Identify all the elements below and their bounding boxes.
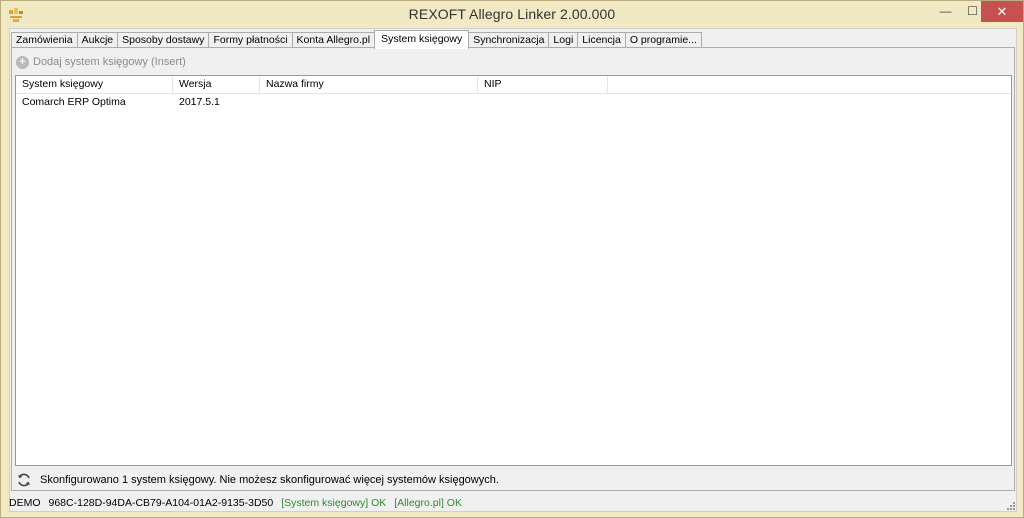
status-bar: DEMO 968C-128D-94DA-CB79-A104-01A2-9135-… — [9, 493, 1017, 512]
column-header-nip[interactable]: NIP — [478, 76, 608, 94]
tab-strip: Zamówienia Aukcje Sposoby dostawy Formy … — [11, 30, 702, 49]
add-accounting-system-button[interactable]: + Dodaj system księgowy (Insert) — [16, 54, 186, 70]
cell-company — [260, 94, 478, 111]
minimize-button[interactable]: — — [932, 1, 959, 22]
info-text: Skonfigurowano 1 system księgowy. Nie mo… — [40, 474, 499, 486]
accounting-systems-grid[interactable]: System księgowy Wersja Nazwa firmy NIP C… — [15, 75, 1012, 466]
grid-header: System księgowy Wersja Nazwa firmy NIP — [16, 76, 1011, 94]
cell-version: 2017.5.1 — [179, 96, 220, 108]
column-header-filler — [608, 76, 1011, 94]
resize-grip-icon[interactable] — [1006, 501, 1016, 511]
column-header-company[interactable]: Nazwa firmy — [260, 76, 478, 94]
app-window: REXOFT Allegro Linker 2.00.000 — ☐ ✕ Zam… — [0, 0, 1024, 518]
client-area: Zamówienia Aukcje Sposoby dostawy Formy … — [9, 28, 1017, 512]
column-header-version[interactable]: Wersja — [173, 76, 260, 94]
add-button-label: Dodaj system księgowy (Insert) — [33, 56, 186, 68]
status-allegro-ok: [Allegro.pl] OK — [394, 496, 462, 509]
close-button[interactable]: ✕ — [981, 1, 1023, 22]
plus-circle-icon: + — [16, 55, 29, 69]
tab-system-ksiegowy[interactable]: System księgowy — [374, 30, 470, 49]
cell-filler — [608, 94, 1011, 111]
status-accounting-ok: [System księgowy] OK — [281, 496, 387, 509]
refresh-icon[interactable] — [16, 472, 32, 488]
window-title: REXOFT Allegro Linker 2.00.000 — [408, 6, 616, 22]
info-message: Skonfigurowano 1 system księgowy. Nie mo… — [16, 471, 499, 489]
cell-system: Comarch ERP Optima — [22, 96, 126, 108]
status-license-key: 968C-128D-94DA-CB79-A104-01A2-9135-3D50 — [48, 496, 274, 509]
tab-panel-system-ksiegowy: + Dodaj system księgowy (Insert) System … — [11, 47, 1015, 491]
status-mode: DEMO — [9, 496, 41, 509]
table-row[interactable]: Comarch ERP Optima 2017.5.1 — [16, 94, 1011, 111]
title-bar[interactable]: REXOFT Allegro Linker 2.00.000 — ☐ ✕ — [1, 1, 1023, 28]
cell-nip — [478, 94, 608, 111]
column-header-system[interactable]: System księgowy — [16, 76, 173, 94]
